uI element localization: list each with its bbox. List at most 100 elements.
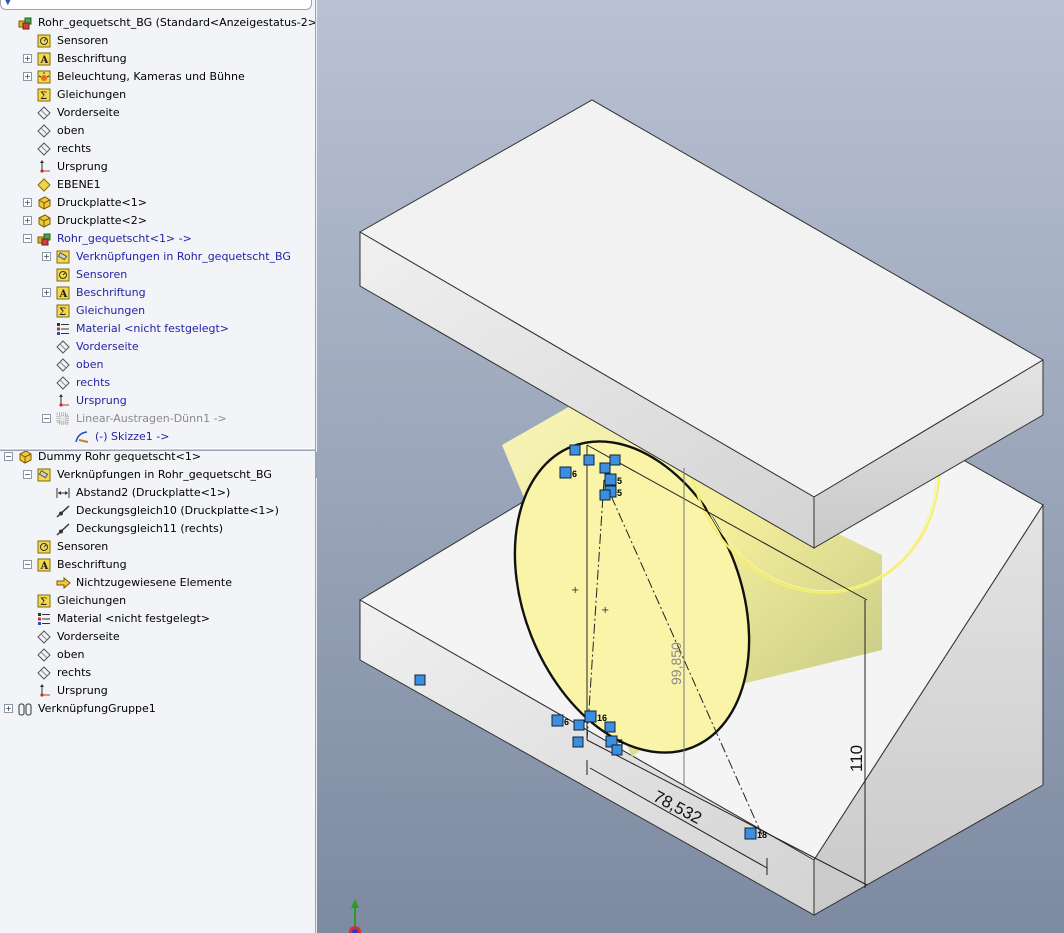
tree-item-label: oben <box>57 124 85 137</box>
tree-item[interactable]: Ursprung <box>0 392 315 410</box>
tree-item[interactable]: (-) Skizze1 -> <box>0 428 315 446</box>
tree-item[interactable]: Vorderseite <box>0 338 315 356</box>
constraint-marker-icon[interactable] <box>609 454 621 466</box>
tree-item[interactable]: EBENE1 <box>0 176 315 194</box>
relation-badge-number: 5 <box>617 476 622 486</box>
tree-item[interactable]: − Linear-Austragen-Dünn1 -> <box>0 410 315 428</box>
tree-item[interactable]: Vorderseite <box>0 104 315 122</box>
tree-item-label: Nichtzugewiesene Elemente <box>76 576 232 589</box>
relation-badge[interactable]: 18 <box>744 827 767 840</box>
tree-item[interactable]: Sensoren <box>0 266 315 284</box>
tree-item[interactable]: + A Beschriftung <box>0 284 315 302</box>
expand-icon[interactable]: + <box>23 72 32 81</box>
tree-item-label: Vorderseite <box>57 106 120 119</box>
tree-item[interactable]: rechts <box>0 374 315 392</box>
expand-icon[interactable]: + <box>23 216 32 225</box>
collapse-icon[interactable]: − <box>23 560 32 569</box>
collapse-icon[interactable]: − <box>23 234 32 243</box>
expand-icon[interactable]: + <box>23 54 32 63</box>
constraint-marker-icon[interactable] <box>599 462 611 474</box>
panel-splitter[interactable] <box>0 448 315 451</box>
constraint-marker-icon[interactable] <box>414 674 426 686</box>
constraint-marker-icon[interactable] <box>599 489 611 501</box>
tree-item[interactable]: Σ Gleichungen <box>0 86 315 104</box>
expand-icon[interactable]: + <box>23 198 32 207</box>
tree-item[interactable]: Rohr_gequetscht_BG (Standard<Anzeigestat… <box>0 14 315 32</box>
constraint-marker-icon[interactable] <box>573 719 585 731</box>
tree-item-label: oben <box>57 648 85 661</box>
collapse-icon[interactable]: − <box>4 452 13 461</box>
tree-item[interactable]: rechts <box>0 140 315 158</box>
dimension-diagonal[interactable]: 99,850 <box>668 642 684 685</box>
plane-icon <box>56 340 71 354</box>
tree-item[interactable]: Ursprung <box>0 158 315 176</box>
relation-badge-number: 5 <box>617 488 622 498</box>
tree-item[interactable]: + A Beschriftung <box>0 50 315 68</box>
tree-item-label: rechts <box>57 142 92 155</box>
feature-manager-tree[interactable]: ▼ Rohr_gequetscht_BG (Standard<Anzeigest… <box>0 0 316 933</box>
tree-item-label: Beleuchtung, Kameras und Bühne <box>57 70 245 83</box>
tree-item-label: rechts <box>57 666 92 679</box>
tree-item[interactable]: Material <nicht festgelegt> <box>0 320 315 338</box>
tree-item[interactable]: Vorderseite <box>0 628 315 646</box>
tree-filter-bar[interactable]: ▼ <box>0 0 312 10</box>
expand-icon[interactable]: + <box>4 704 13 713</box>
plane-icon <box>37 142 52 156</box>
extrude-icon <box>56 412 71 426</box>
expand-icon[interactable]: + <box>42 252 51 261</box>
constraint-marker-icon[interactable] <box>611 744 623 756</box>
tree-item[interactable]: + VerknüpfungGruppe1 <box>0 700 315 718</box>
dimension-height[interactable]: 110 <box>847 745 866 772</box>
tree-item[interactable]: Abstand2 (Druckplatte<1>) <box>0 484 315 502</box>
tree-item[interactable]: rechts <box>0 664 315 682</box>
graphics-area[interactable]: + + 99,850 78,532 110 6 5 5 6 16 5 18 <box>317 0 1064 933</box>
tree-item[interactable]: + Druckplatte<1> <box>0 194 315 212</box>
part-icon <box>18 450 33 464</box>
tree-item[interactable]: + Verknüpfungen in Rohr_gequetscht_BG <box>0 248 315 266</box>
tree-item-label: Sensoren <box>57 540 109 553</box>
expand-icon[interactable]: + <box>42 288 51 297</box>
tree-item[interactable]: Deckungsgleich11 (rechts) <box>0 520 315 538</box>
tree-item[interactable]: Σ Gleichungen <box>0 302 315 320</box>
relation-badge[interactable]: 6 <box>559 466 577 479</box>
tree-item[interactable]: + Beleuchtung, Kameras und Bühne <box>0 68 315 86</box>
mate-group-icon <box>18 702 33 716</box>
filter-icon[interactable]: ▼ <box>4 0 12 7</box>
tree-item[interactable]: Σ Gleichungen <box>0 592 315 610</box>
tree-item-label: Beschriftung <box>57 558 127 571</box>
tree-item-label: Deckungsgleich10 (Druckplatte<1>) <box>76 504 279 517</box>
constraint-marker-icon[interactable] <box>604 721 616 733</box>
constraint-marker-icon[interactable] <box>583 454 595 466</box>
tree-item[interactable]: − Verknüpfungen in Rohr_gequetscht_BG <box>0 466 315 484</box>
material-icon <box>37 612 52 626</box>
relation-badge[interactable]: 6 <box>551 714 569 727</box>
tree-item-label: Sensoren <box>57 34 109 47</box>
annotation-icon: A <box>37 52 52 66</box>
tree-item[interactable]: oben <box>0 122 315 140</box>
constraint-marker-icon[interactable] <box>572 736 584 748</box>
tree-item[interactable]: Sensoren <box>0 32 315 50</box>
tree-item[interactable]: Material <nicht festgelegt> <box>0 610 315 628</box>
tree-item[interactable]: Deckungsgleich10 (Druckplatte<1>) <box>0 502 315 520</box>
sensor-icon <box>37 540 52 554</box>
tree-item-label: (-) Skizze1 -> <box>95 430 170 443</box>
plane-icon <box>37 124 52 138</box>
part-icon <box>37 196 52 210</box>
relation-badge[interactable]: 16 <box>584 710 607 723</box>
tree-item[interactable]: oben <box>0 646 315 664</box>
tree-item[interactable]: Ursprung <box>0 682 315 700</box>
model-view[interactable]: + + 99,850 78,532 110 6556 16518 <box>317 0 1064 933</box>
relation-badge[interactable]: 5 <box>604 473 622 486</box>
tree-item[interactable]: − Rohr_gequetscht<1> -> <box>0 230 315 248</box>
tree-item[interactable]: Sensoren <box>0 538 315 556</box>
tree-item[interactable]: Nichtzugewiesene Elemente <box>0 574 315 592</box>
part-icon <box>37 214 52 228</box>
tree-item[interactable]: oben <box>0 356 315 374</box>
plane-icon <box>37 666 52 680</box>
tree-item[interactable]: − A Beschriftung <box>0 556 315 574</box>
collapse-icon[interactable]: − <box>23 470 32 479</box>
tree-item-label: Material <nicht festgelegt> <box>76 322 230 335</box>
constraint-marker-icon[interactable] <box>569 444 581 456</box>
collapse-icon[interactable]: − <box>42 414 51 423</box>
tree-item[interactable]: + Druckplatte<2> <box>0 212 315 230</box>
